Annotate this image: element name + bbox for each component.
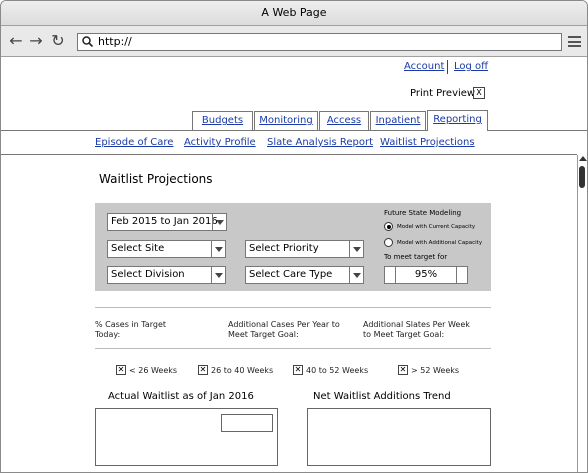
- back-arrow-icon[interactable]: ←: [8, 32, 24, 50]
- window-titlebar: A Web Page: [1, 1, 587, 26]
- print-preview-label: Print Preview: [410, 88, 476, 99]
- metric-cases-in-target: % Cases in Target Today:: [95, 320, 167, 339]
- forward-arrow-icon[interactable]: →: [28, 32, 44, 50]
- checkbox-26-40-weeks[interactable]: ✕: [198, 365, 208, 375]
- label-lt-26-weeks: < 26 Weeks: [129, 366, 178, 375]
- checkbox-gt-52-weeks[interactable]: ✕: [398, 365, 408, 375]
- trend-title: Net Waitlist Additions Trend: [313, 391, 451, 402]
- care-type-select[interactable]: Select Care Type: [245, 266, 364, 284]
- subnav-activity-profile[interactable]: Activity Profile: [184, 137, 256, 148]
- target-increment[interactable]: [456, 267, 467, 283]
- radio-current-label: Model with Current Capacity: [397, 224, 476, 230]
- tab-reporting-label: Reporting: [433, 114, 482, 125]
- division-value: Select Division: [111, 269, 185, 280]
- section-divider: [95, 307, 491, 308]
- account-link[interactable]: Account: [404, 61, 444, 72]
- target-label: To meet target for: [384, 253, 448, 261]
- label-gt-52-weeks: > 52 Weeks: [411, 366, 460, 375]
- chevron-down-icon: [349, 267, 363, 283]
- chevron-down-icon: [212, 214, 226, 230]
- metric-additional-slates: Additional Slates Per Week to Meet Targe…: [363, 320, 470, 339]
- radio-current-capacity[interactable]: [384, 222, 393, 231]
- metric-additional-cases: Additional Cases Per Year to Meet Target…: [228, 320, 340, 339]
- active-tab-gap: [428, 130, 487, 131]
- future-state-title: Future State Modeling: [384, 209, 462, 217]
- priority-select[interactable]: Select Priority: [245, 240, 364, 258]
- scroll-up-icon[interactable]: [579, 156, 587, 161]
- site-value: Select Site: [111, 243, 165, 254]
- radio-additional-label: Model with Additional Capacity: [397, 240, 483, 246]
- tab-monitoring-label: Monitoring: [259, 115, 313, 126]
- tab-inpatient-label: Inpatient: [375, 115, 421, 126]
- label-40-52-weeks: 40 to 52 Weeks: [306, 366, 369, 375]
- logoff-link[interactable]: Log off: [454, 61, 488, 72]
- target-value[interactable]: 95%: [396, 267, 456, 283]
- url-text: http://: [98, 35, 132, 48]
- subnav-slate-analysis-report[interactable]: Slate Analysis Report: [267, 137, 373, 148]
- subnav-episode-of-care[interactable]: Episode of Care: [95, 137, 173, 148]
- tab-access-label: Access: [326, 115, 362, 126]
- chevron-down-icon: [211, 241, 225, 257]
- actual-waitlist-chart: [95, 408, 278, 466]
- actual-waitlist-title: Actual Waitlist as of Jan 2016: [108, 391, 254, 402]
- date-range-select[interactable]: Feb 2015 to Jan 2016: [107, 213, 227, 231]
- checkbox-lt-26-weeks[interactable]: ✕: [116, 365, 126, 375]
- tab-budgets[interactable]: Budgets: [192, 111, 253, 130]
- checkbox-40-52-weeks[interactable]: ✕: [293, 365, 303, 375]
- label-26-40-weeks: 26 to 40 Weeks: [211, 366, 274, 375]
- chevron-down-icon: [349, 241, 363, 257]
- browser-toolbar: ← → ↻ http://: [1, 26, 587, 57]
- search-icon: [82, 36, 93, 47]
- print-preview-checkbox[interactable]: X: [473, 87, 485, 99]
- site-select[interactable]: Select Site: [107, 240, 226, 258]
- vertical-scrollbar[interactable]: [577, 155, 587, 472]
- browser-window: A Web Page ← → ↻ http:// Account Log off…: [0, 0, 588, 473]
- subnav-divider: [1, 154, 577, 155]
- date-range-value: Feb 2015 to Jan 2016: [111, 216, 218, 227]
- header-divider: [447, 60, 448, 74]
- target-decrement[interactable]: [385, 267, 396, 283]
- care-type-value: Select Care Type: [249, 269, 333, 280]
- tab-baseline: [1, 130, 587, 131]
- tab-reporting[interactable]: Reporting: [427, 110, 488, 131]
- target-stepper[interactable]: 95%: [384, 266, 468, 284]
- tab-budgets-label: Budgets: [201, 115, 244, 126]
- window-title: A Web Page: [261, 6, 327, 19]
- reload-icon[interactable]: ↻: [50, 32, 66, 50]
- section-divider: [95, 348, 491, 349]
- filter-panel: Feb 2015 to Jan 2016 Select Site Select …: [95, 203, 491, 291]
- page-title: Waitlist Projections: [99, 172, 213, 186]
- subnav-waitlist-projections[interactable]: Waitlist Projections: [380, 137, 475, 148]
- url-bar[interactable]: http://: [77, 33, 562, 51]
- chevron-down-icon: [211, 267, 225, 283]
- menu-icon[interactable]: [568, 36, 581, 47]
- tab-inpatient[interactable]: Inpatient: [370, 111, 426, 130]
- priority-value: Select Priority: [249, 243, 319, 254]
- division-select[interactable]: Select Division: [107, 266, 226, 284]
- radio-additional-capacity[interactable]: [384, 238, 393, 247]
- tab-monitoring[interactable]: Monitoring: [254, 111, 318, 130]
- scrollbar-thumb[interactable]: [579, 166, 585, 188]
- trend-chart: [307, 408, 491, 466]
- tab-access[interactable]: Access: [319, 111, 369, 130]
- actual-waitlist-value-box: [221, 414, 273, 432]
